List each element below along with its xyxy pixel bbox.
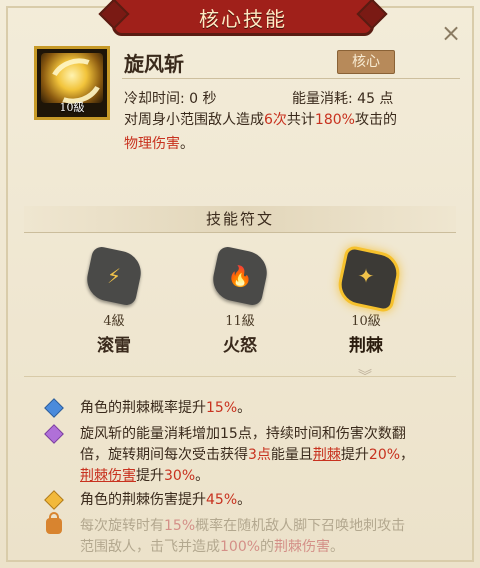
effect-text: 的 (260, 539, 275, 555)
rune-thorn[interactable]: ✦ 10級 荆棘 (316, 244, 416, 356)
rune-level: 11級 (225, 314, 255, 329)
desc-text: 对周身小范围敌人造成 (124, 112, 264, 128)
rune-level: 10級 (351, 314, 381, 329)
effect-value: 3点 (248, 447, 271, 463)
whirlwind-icon: 10級 (34, 46, 110, 120)
effect-value: 100% (220, 539, 261, 555)
divider (122, 78, 460, 79)
effect-text: 提升 (340, 447, 369, 463)
chevron-down-icon: ︾ (358, 369, 372, 385)
effect-value: 15% (164, 518, 196, 534)
thunder-rune-icon: ⚡ (83, 245, 145, 307)
effect-text: 旋风斩的能量消耗增加15点，持续时间和伤害次数翻 (80, 426, 406, 442)
effect-text: 。 (330, 539, 345, 555)
effect-text: 范围敌人，击飞并造成 (80, 539, 220, 555)
core-tag: 核心 (337, 50, 395, 74)
effect-text: 倍，旋转期间每次受击获得 (80, 447, 248, 463)
runes-header: 技能符文 (24, 206, 456, 233)
desc-hit-count: 6次 (264, 112, 287, 128)
effect-value: 20% (368, 447, 401, 463)
effect-text: 。 (237, 492, 252, 508)
panel-title: 核心技能 (199, 7, 287, 31)
purple-gem-icon (45, 425, 63, 443)
runes-title: 技能符文 (205, 210, 274, 228)
rune-name: 荆棘 (349, 336, 383, 356)
skill-level: 10級 (59, 101, 85, 114)
effect-value: 45% (206, 492, 238, 508)
lock-icon (46, 512, 62, 534)
desc-damage-percent: 180% (314, 112, 355, 128)
rune-symbol: ✦ (357, 264, 375, 288)
energy-stat: 能量消耗: 45 点 (292, 91, 394, 107)
effect-text: 角色的荆棘概率提升 (80, 400, 206, 416)
desc-text: 攻击的 (354, 112, 397, 128)
skill-runes-section: 技能符文 ⚡ 4級 滚雷 🔥 11級 火怒 ✦ 10級 荆棘 (24, 206, 456, 376)
rune-symbol: ⚡ (106, 264, 122, 288)
thorn-rune-icon: ✦ (334, 244, 404, 314)
desc-text: 。 (180, 136, 194, 152)
skill-name: 旋风斩 (124, 52, 184, 76)
rune-thunder[interactable]: ⚡ 4級 滚雷 (64, 245, 164, 356)
effect-text: ， (400, 447, 415, 463)
desc-damage-type: 物理伤害 (124, 136, 180, 152)
rune-level: 4級 (103, 314, 125, 329)
effect-keyword-link[interactable]: 荆棘 (313, 447, 341, 463)
blue-gem-icon (45, 399, 63, 417)
fire-rune-icon: 🔥 (209, 245, 271, 307)
skill-description: 对周身小范围敌人造成6次共计180%攻击的物理伤害。 (124, 108, 464, 156)
effect-text: 每次旋转时有 (80, 518, 164, 534)
rune-name: 滚雷 (97, 336, 131, 356)
effect-text: 。 (237, 400, 252, 416)
effect-text: 能量且 (270, 447, 313, 463)
gold-gem-icon (45, 491, 63, 509)
divider (24, 376, 456, 377)
effect-value: 15% (206, 400, 238, 416)
rune-name: 火怒 (223, 336, 257, 356)
skill-detail-panel: 核心技能 × 10級 旋风斩 核心 冷却时间: 0 秒 能量消耗: 45 点 对… (0, 0, 480, 568)
close-icon[interactable]: × (440, 21, 462, 45)
effect-keyword: 荆棘伤害 (274, 539, 331, 555)
rune-symbol: 🔥 (227, 264, 253, 288)
effect-value: 30% (164, 468, 196, 484)
effect-keyword-link[interactable]: 荆棘伤害 (80, 468, 136, 484)
desc-text: 共计 (286, 112, 315, 128)
effect-text: 概率在随机敌人脚下召唤地刺攻击 (195, 518, 406, 534)
effect-text: 提升 (136, 468, 164, 484)
title-banner: 核心技能 (112, 0, 374, 36)
effect-text: 。 (195, 468, 210, 484)
effect-text: 角色的荆棘伤害提升 (80, 492, 206, 508)
rune-fire[interactable]: 🔥 11級 火怒 (190, 245, 290, 356)
cooldown-stat: 冷却时间: 0 秒 (124, 91, 217, 107)
